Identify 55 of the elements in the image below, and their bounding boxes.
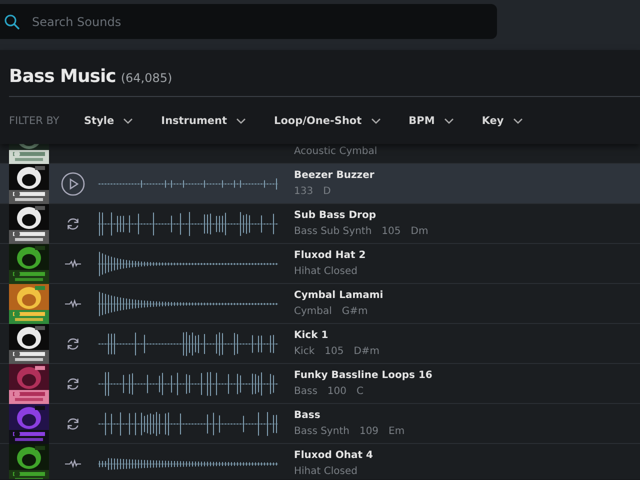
chevron-icon: [370, 118, 381, 124]
sound-row[interactable]: Fluxod Hat 2 Hihat Closed: [0, 244, 640, 284]
sound-row[interactable]: Funky Bassline Loops 16 Bass 100 C: [0, 364, 640, 404]
sound-tag: Acoustic Cymbal: [294, 146, 378, 157]
sound-title: Beezer Buzzer: [294, 170, 374, 183]
sound-tag: 100: [327, 386, 347, 397]
sound-tag: 133: [294, 186, 314, 197]
sound-title: Fluxod Ohat 4: [294, 450, 373, 463]
chevron-icon: [444, 118, 454, 124]
sound-title: Fluxod Hat 2: [294, 250, 366, 263]
sound-tag: G#m: [342, 306, 368, 317]
sound-tag: Hihat Closed: [294, 266, 358, 277]
chevron-icon: [512, 118, 523, 124]
sound-tag: D: [323, 186, 331, 197]
sound-tag: 105: [324, 346, 344, 357]
filter-label: FILTER BY: [9, 114, 60, 126]
filter-dropdown[interactable]: Style: [84, 114, 134, 126]
sound-row[interactable]: Kick 1 Kick 105 D#m: [0, 324, 640, 364]
loop-icon[interactable]: [65, 336, 81, 352]
page-title: Bass Music: [9, 66, 116, 87]
sound-tag: D#m: [354, 346, 380, 357]
sound-title: Bass: [294, 410, 322, 423]
chevron-icon: [123, 118, 134, 124]
sound-tag: Dm: [410, 226, 428, 237]
sound-tag: Bass Sub Synth: [294, 226, 372, 237]
sound-row[interactable]: Sub Bass Drop Bass Sub Synth 105 Dm: [0, 204, 640, 244]
sound-title: Kick 1: [294, 330, 330, 343]
sound-tag: Cymbal: [294, 306, 332, 317]
filter-dropdown[interactable]: Instrument: [161, 114, 246, 126]
search-icon: [4, 14, 20, 30]
sound-row[interactable]: Bass Bass Synth 109 Em: [0, 404, 640, 444]
loop-icon[interactable]: [65, 416, 81, 432]
sound-tag: 109: [359, 426, 379, 437]
search-bar[interactable]: Search Sounds: [0, 4, 497, 39]
sound-title: Funky Bassline Loops 16: [294, 370, 432, 383]
play-button[interactable]: [61, 172, 85, 196]
sound-tag: C: [356, 386, 364, 397]
sound-title: Cymbal Lamami: [294, 290, 384, 303]
sound-tag: Bass Synth: [294, 426, 350, 437]
filter-dropdown[interactable]: Loop/One-Shot: [274, 114, 381, 126]
sound-tag: Kick: [294, 346, 315, 357]
sound-tag: Bass: [294, 386, 318, 397]
sound-row[interactable]: Fluxod Ohat 4 Hihat Closed: [0, 444, 640, 479]
filter-dropdown[interactable]: Key: [482, 114, 523, 126]
sound-tag: Em: [388, 426, 405, 437]
sound-row[interactable]: Cymbal Lamami Cymbal G#m: [0, 284, 640, 324]
loop-icon[interactable]: [65, 376, 81, 392]
sound-row[interactable]: Beezer Buzzer 133 D: [0, 164, 640, 204]
sound-tag: Hihat Closed: [294, 466, 358, 477]
loop-icon[interactable]: [65, 216, 81, 232]
filter-dropdown[interactable]: BPM: [408, 114, 454, 126]
sound-title: Sub Bass Drop: [294, 210, 377, 223]
chevron-icon: [236, 118, 246, 124]
result-count: (64,085): [120, 71, 172, 85]
sound-tag: 105: [382, 226, 401, 237]
